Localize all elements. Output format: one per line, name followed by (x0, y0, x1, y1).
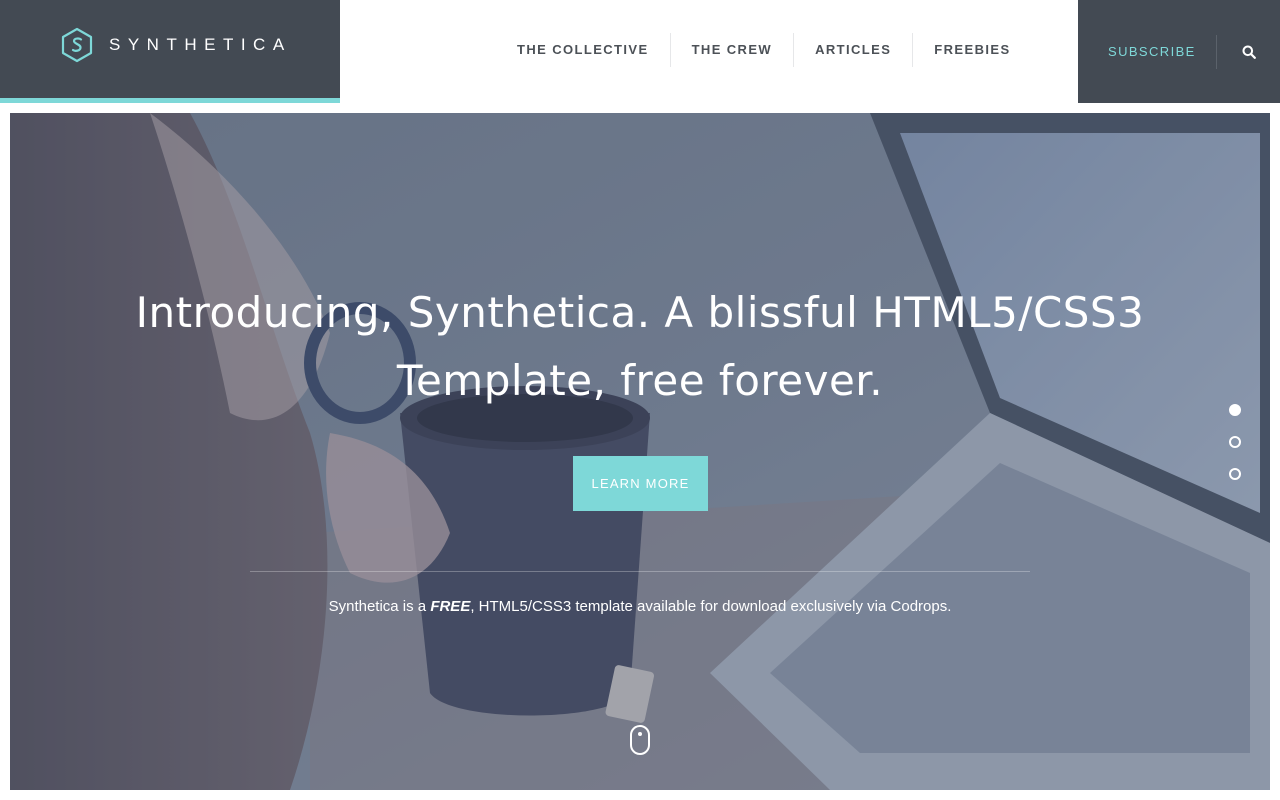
brand-panel[interactable]: SYNTHETICA (0, 0, 340, 103)
slide-pagination (1229, 404, 1241, 500)
utility-panel: SUBSCRIBE (1078, 0, 1280, 103)
slide-dot-1[interactable] (1229, 404, 1241, 416)
mouse-scroll-icon[interactable] (630, 725, 650, 755)
hero-slider: Introducing, Synthetica. A blissful HTML… (10, 113, 1270, 790)
tagline-suffix: , HTML5/CSS3 template available for down… (470, 598, 952, 615)
hero-overlay (10, 113, 1270, 790)
site-header: SYNTHETICA THE COLLECTIVE THE CREW ARTIC… (0, 0, 1280, 113)
nav-item-the-collective[interactable]: THE COLLECTIVE (496, 33, 670, 67)
search-icon (1242, 45, 1256, 59)
hero-title: Introducing, Synthetica. A blissful HTML… (135, 288, 1145, 405)
nav-item-freebies[interactable]: FREEBIES (912, 33, 1031, 67)
subscribe-link[interactable]: SUBSCRIBE (1108, 34, 1217, 69)
hero-tagline: Synthetica is a FREE, HTML5/CSS3 templat… (170, 598, 1110, 615)
main-nav: THE COLLECTIVE THE CREW ARTICLES FREEBIE… (496, 30, 1032, 70)
tagline-prefix: Synthetica is a (328, 598, 431, 615)
nav-item-articles[interactable]: ARTICLES (793, 33, 912, 67)
scroll-wheel-dot (638, 732, 642, 736)
learn-more-button[interactable]: LEARN MORE (573, 456, 708, 511)
tagline-emphasis: FREE (430, 598, 471, 615)
synthetica-logo-icon (61, 27, 93, 63)
slide-dot-3[interactable] (1229, 468, 1241, 480)
nav-item-the-crew[interactable]: THE CREW (669, 33, 794, 67)
slide-dot-2[interactable] (1229, 436, 1241, 448)
hero-divider (250, 571, 1030, 572)
search-button[interactable] (1229, 35, 1269, 69)
brand-name: SYNTHETICA (109, 35, 292, 54)
